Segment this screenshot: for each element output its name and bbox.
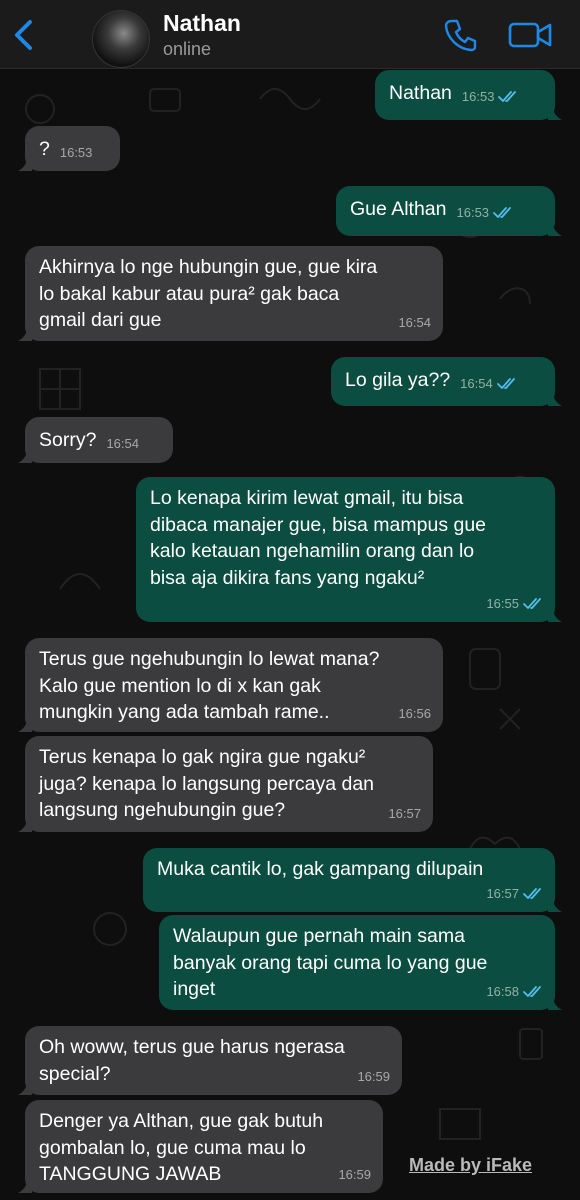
message-timestamp: 16:59: [357, 1068, 390, 1084]
message-text: Walaupun gue pernah main sama banyak ora…: [173, 925, 488, 1000]
message-text: Lo kenapa kirim lewat gmail, itu bisa di…: [150, 487, 487, 589]
incoming-message-bubble[interactable]: Terus gue ngehubungin lo lewat mana? Kal…: [18, 638, 443, 732]
message-meta: 16:57: [486, 881, 543, 908]
read-receipt-double-check-icon: [496, 378, 515, 390]
bubble-tail: [548, 222, 562, 236]
contact-name[interactable]: Nathan: [163, 10, 241, 37]
bubble-tail: [548, 392, 562, 406]
bubble-tail: [18, 327, 32, 341]
incoming-message-bubble[interactable]: ? 16:53: [18, 126, 120, 171]
message-timestamp: 16:54: [106, 436, 139, 451]
message-text: Akhirnya lo nge hubungin gue, gue kira l…: [39, 256, 378, 331]
bubble-tail: [548, 106, 562, 120]
read-receipt-double-check-icon: [523, 887, 541, 899]
outgoing-message-bubble[interactable]: Lo kenapa kirim lewat gmail, itu bisa di…: [136, 477, 562, 622]
outgoing-message-bubble[interactable]: Lo gila ya?? 16:54: [331, 357, 562, 406]
outgoing-message-bubble[interactable]: Gue Althan 16:53: [336, 186, 562, 236]
message-timestamp: 16:53: [461, 89, 495, 104]
message-meta: 16:55: [486, 591, 543, 618]
message-timestamp: 16:57: [388, 805, 421, 821]
message-timestamp: 16:55: [486, 595, 519, 611]
bubble-tail: [548, 996, 562, 1010]
message-text: Denger ya Althan, gue gak butuh gombalan…: [39, 1110, 324, 1185]
message-timestamp: 16:57: [486, 885, 519, 901]
incoming-message-bubble[interactable]: Terus kenapa lo gak ngira gue ngaku² jug…: [18, 736, 433, 832]
message-text: Oh woww, terus gue harus ngerasa special…: [39, 1036, 345, 1085]
bubble-tail: [18, 449, 32, 463]
message-text: Muka cantik lo, gak gampang dilupain: [157, 858, 484, 880]
incoming-message-bubble[interactable]: Oh woww, terus gue harus ngerasa special…: [18, 1026, 402, 1095]
message-timestamp: 16:54: [460, 376, 493, 391]
message-timestamp: 16:54: [398, 314, 431, 330]
made-by-ifake-watermark: Made by iFake: [409, 1155, 533, 1175]
message-meta: 16:53: [462, 84, 519, 111]
phone-call-icon[interactable]: [444, 18, 478, 52]
bubble-tail: [18, 1179, 32, 1193]
message-meta: 16:53: [457, 200, 514, 227]
read-receipt-double-check-icon: [523, 985, 541, 997]
message-text: Lo gila ya??: [345, 369, 451, 391]
bubble-tail: [18, 818, 32, 832]
message-text: Terus gue ngehubungin lo lewat mana? Kal…: [39, 648, 380, 723]
message-timestamp: 16:53: [59, 145, 93, 160]
read-receipt-double-check-icon: [523, 597, 541, 609]
chat-header: Nathan online: [0, 0, 580, 69]
message-meta: 16:56: [398, 701, 431, 728]
message-text: Terus kenapa lo gak ngira gue ngaku² jug…: [39, 746, 375, 821]
read-receipt-double-check-icon: [498, 91, 517, 103]
contact-avatar[interactable]: [92, 10, 150, 68]
message-text: Sorry?: [39, 429, 97, 451]
bubble-tail: [18, 1081, 32, 1095]
outgoing-message-bubble[interactable]: Nathan 16:53: [375, 70, 562, 120]
message-meta: 16:54: [460, 371, 517, 398]
message-meta: 16:59: [357, 1064, 390, 1091]
outgoing-message-bubble[interactable]: Muka cantik lo, gak gampang dilupain 16:5…: [143, 848, 562, 912]
bubble-tail: [18, 718, 32, 732]
bubble-tail: [18, 157, 32, 171]
message-meta: 16:54: [398, 310, 431, 337]
message-meta: 16:59: [338, 1162, 371, 1189]
message-text: Gue Althan: [350, 198, 447, 220]
message-timestamp: 16:58: [486, 983, 519, 999]
read-receipt-double-check-icon: [493, 207, 511, 219]
message-timestamp: 16:53: [456, 205, 490, 220]
message-text: Nathan: [389, 82, 452, 104]
message-meta: 16:57: [388, 801, 421, 828]
incoming-message-bubble[interactable]: Akhirnya lo nge hubungin gue, gue kira l…: [18, 246, 443, 341]
message-meta: 16:58: [486, 979, 543, 1006]
video-call-icon[interactable]: [508, 20, 552, 50]
message-meta: 16:54: [106, 431, 139, 458]
message-meta: 16:53: [60, 140, 93, 167]
message-timestamp: 16:56: [398, 705, 431, 721]
outgoing-message-bubble[interactable]: Walaupun gue pernah main sama banyak ora…: [159, 915, 562, 1010]
incoming-message-bubble[interactable]: Denger ya Althan, gue gak butuh gombalan…: [18, 1100, 383, 1193]
contact-status: online: [163, 39, 212, 59]
message-timestamp: 16:59: [338, 1166, 371, 1182]
bubble-tail: [548, 608, 562, 622]
chat-area[interactable]: Nathan 16:53? 16:53 Gue Althan 16:53 Akhirnya…: [0, 69, 580, 1200]
message-text: ?: [39, 138, 50, 160]
back-chevron-icon[interactable]: [10, 18, 40, 52]
bubble-tail: [548, 898, 562, 912]
incoming-message-bubble[interactable]: Sorry? 16:54: [18, 417, 173, 463]
